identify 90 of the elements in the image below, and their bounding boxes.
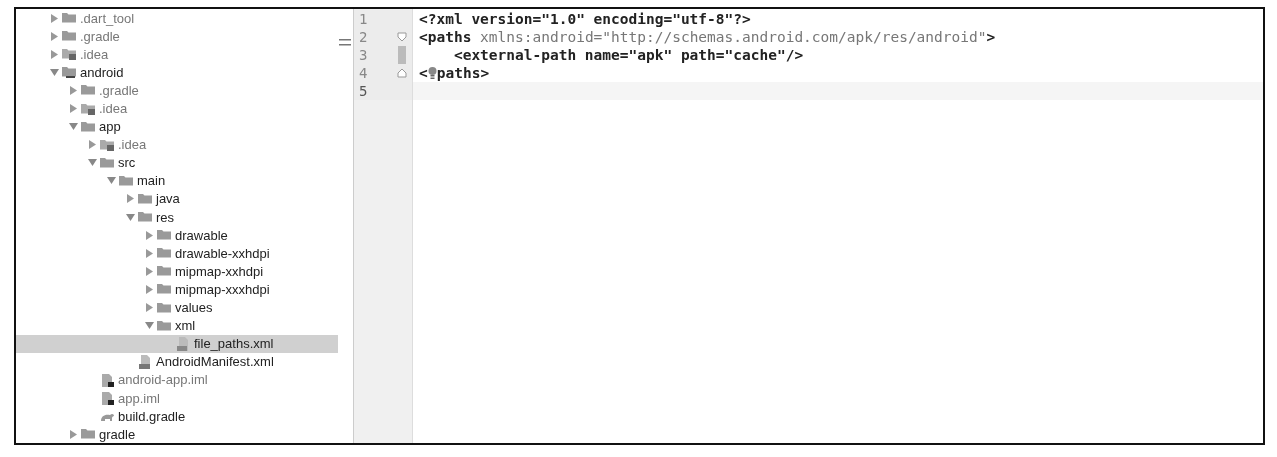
- tree-folder-item[interactable]: res: [16, 208, 338, 227]
- collapsed-triangle-icon[interactable]: [49, 31, 59, 41]
- tree-folder-item[interactable]: .gradle: [16, 81, 338, 100]
- tree-folder-item[interactable]: java: [16, 189, 338, 209]
- tree-item-label: values: [175, 300, 213, 316]
- expanded-triangle-icon[interactable]: [68, 122, 78, 132]
- collapsed-triangle-icon[interactable]: [144, 266, 154, 276]
- tree-folder-item[interactable]: gradle: [16, 425, 338, 443]
- tree-item-label: drawable: [175, 227, 228, 243]
- folder-icon: [137, 191, 153, 207]
- tree-item-label: android: [80, 64, 124, 80]
- line-number: 4: [359, 65, 369, 81]
- tree-item-label: app: [99, 119, 121, 135]
- fold-marker-icon[interactable]: [397, 32, 407, 42]
- tree-item[interactable]: build.gradle: [16, 407, 338, 426]
- module-file-icon: [99, 371, 115, 388]
- code-text: <?xml version="1.0" encoding="utf-8"?>: [419, 11, 751, 27]
- tree-item-label: app.iml: [118, 390, 160, 406]
- drag-handle-icon[interactable]: [339, 39, 351, 47]
- line-number: 1: [359, 11, 369, 27]
- tree-folder-item[interactable]: mipmap-xxxhdpi: [16, 280, 338, 299]
- tree-item-label: mipmap-xxxhdpi: [175, 281, 270, 297]
- collapsed-triangle-icon[interactable]: [68, 85, 78, 95]
- tree-item-label: drawable-xxhdpi: [175, 245, 270, 261]
- module-file-icon: [99, 390, 115, 406]
- line-number: 3: [359, 47, 369, 63]
- expanded-triangle-icon[interactable]: [125, 212, 135, 222]
- tree-folder-item[interactable]: app: [16, 117, 338, 136]
- expanded-triangle-icon[interactable]: [144, 321, 154, 331]
- collapsed-triangle-icon[interactable]: [144, 248, 154, 258]
- code-text: paths>: [436, 65, 490, 81]
- tree-item-label: mipmap-xxhdpi: [175, 263, 264, 279]
- code-text: xmlns:android="http://schemas.android.com/apk/res/android": [479, 29, 987, 45]
- tree-item-label: java: [156, 191, 180, 207]
- collapsed-triangle-icon[interactable]: [144, 303, 154, 313]
- tree-item-label: android-app.iml: [118, 372, 208, 388]
- tree-item[interactable]: file_paths.xml: [16, 334, 338, 353]
- tree-folder-item[interactable]: .gradle: [16, 27, 338, 46]
- tree-folder-item[interactable]: .idea: [16, 135, 338, 154]
- settings-folder-icon: [61, 46, 77, 63]
- tree-item-label: .idea: [99, 101, 128, 116]
- tree-folder-item[interactable]: .idea: [16, 99, 338, 118]
- tree-item-label: AndroidManifest.xml: [156, 354, 274, 370]
- collapsed-triangle-icon[interactable]: [68, 429, 78, 439]
- collapsed-triangle-icon[interactable]: [49, 49, 59, 59]
- tree-item-label: res: [156, 209, 175, 225]
- tree-item-label: .gradle: [80, 28, 120, 44]
- xml-file-icon: [175, 335, 191, 352]
- tree-folder-item[interactable]: xml: [16, 316, 338, 335]
- tree-item-label: .idea: [80, 46, 109, 62]
- tree-folder-item[interactable]: .dart_tool: [16, 9, 338, 28]
- code-text: <paths: [419, 29, 472, 45]
- tree-folder-item[interactable]: .idea: [16, 45, 338, 64]
- tree-item-label: gradle: [99, 426, 136, 442]
- tree-item-label: file_paths.xml: [194, 336, 274, 352]
- expanded-triangle-icon[interactable]: [49, 67, 59, 77]
- tree-folder-item[interactable]: main: [16, 171, 338, 190]
- collapsed-triangle-icon[interactable]: [144, 230, 154, 240]
- tree-folder-item[interactable]: mipmap-xxhdpi: [16, 262, 338, 281]
- tree-folder-item[interactable]: values: [16, 298, 338, 317]
- tree-item-label: build.gradle: [118, 408, 186, 424]
- module-folder-icon: [61, 64, 77, 81]
- code-text: <external-path name="apk" path="cache"/>: [452, 47, 804, 63]
- line-number: 5: [359, 83, 369, 99]
- tree-item-label: xml: [175, 318, 196, 334]
- collapsed-triangle-icon[interactable]: [144, 284, 154, 294]
- code-text: >: [986, 29, 996, 45]
- tree-item[interactable]: AndroidManifest.xml: [16, 352, 338, 371]
- collapsed-triangle-icon[interactable]: [68, 104, 78, 113]
- tree-folder-item[interactable]: src: [16, 153, 338, 172]
- tree-item-label: main: [137, 173, 166, 189]
- tree-folder-item[interactable]: drawable: [16, 226, 338, 245]
- collapsed-triangle-icon[interactable]: [87, 140, 97, 150]
- expanded-triangle-icon[interactable]: [87, 158, 97, 168]
- tree-item-label: .idea: [118, 137, 147, 153]
- fold-marker-icon[interactable]: [397, 68, 407, 78]
- tree-folder-item[interactable]: android: [16, 63, 338, 82]
- light-bulb-icon[interactable]: [427, 66, 437, 80]
- collapsed-triangle-icon[interactable]: [125, 194, 135, 204]
- tree-folder-item[interactable]: drawable-xxhdpi: [16, 244, 338, 263]
- tree-item[interactable]: app.iml: [16, 388, 338, 408]
- line-number: 2: [359, 29, 369, 45]
- tree-item-label: .dart_tool: [80, 10, 135, 26]
- tree-item[interactable]: android-app.iml: [16, 370, 338, 389]
- code-text: <: [419, 65, 428, 81]
- collapsed-triangle-icon[interactable]: [49, 13, 59, 23]
- manifest-file-icon: [137, 353, 153, 370]
- tree-item-label: .gradle: [99, 82, 139, 98]
- tree-item-label: src: [118, 155, 136, 171]
- expanded-triangle-icon[interactable]: [106, 176, 116, 186]
